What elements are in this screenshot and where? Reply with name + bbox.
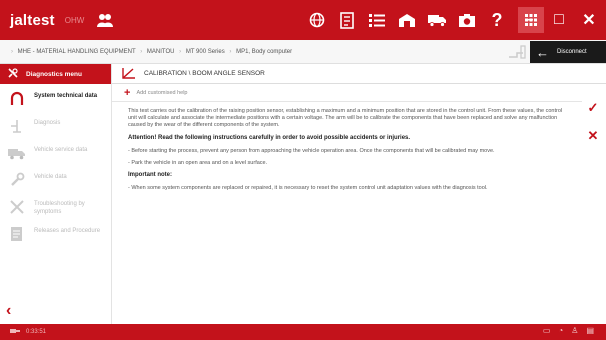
help-button[interactable]: ? (484, 7, 510, 33)
sidebar-item-vehicle-data[interactable]: Vehicle data (0, 165, 111, 192)
breadcrumb-item[interactable]: MHE - MATERIAL HANDLING EQUIPMENT (18, 49, 136, 55)
disconnect-button[interactable]: ← Disconnect (530, 41, 606, 63)
shop-icon[interactable] (394, 7, 420, 33)
list-icon[interactable] (364, 7, 390, 33)
status-icons: ▭ ◔ ♙ ▤ (543, 326, 594, 335)
collapse-sidebar-button[interactable]: ‹ (6, 302, 11, 320)
sidebar-item-troubleshooting[interactable]: Troubleshooting by symptoms (0, 192, 111, 219)
sidebar-item-label: Vehicle service data (34, 147, 88, 153)
connection-status-icon (10, 327, 20, 337)
tools-icon (8, 199, 26, 215)
maximize-label: □ (554, 11, 564, 28)
help-label: ? (491, 9, 503, 30)
sidebar-item-diagnosis[interactable]: Diagnosis (0, 111, 111, 138)
window-controls: – □ ✕ (514, 0, 604, 40)
close-button[interactable]: ✕ (574, 7, 604, 33)
minimize-label: – (524, 11, 534, 28)
sidebar-item-vehicle-service-data[interactable]: Vehicle service data (0, 138, 111, 165)
document-icon (8, 226, 26, 242)
user-icon[interactable]: ♙ (571, 326, 578, 335)
toolbar-icons: ? (304, 0, 544, 40)
maximize-button[interactable]: □ (544, 7, 574, 33)
truck-icon[interactable] (424, 7, 450, 33)
minimize-button[interactable]: – (514, 7, 544, 33)
close-label: ✕ (582, 12, 596, 29)
angle-icon (122, 67, 136, 81)
action-column: ✓ ✕ (583, 94, 603, 150)
horseshoe-icon (8, 91, 26, 107)
important-note-title: Important note: (128, 172, 172, 179)
sidebar-item-label: Diagnosis (34, 120, 61, 126)
breadcrumb-item[interactable]: MT 900 Series (186, 49, 225, 55)
breadcrumb-separator: › (229, 48, 232, 55)
instructions-content: This test carries out the calibration of… (112, 102, 582, 193)
breadcrumb-item[interactable]: MP1, Body computer (236, 49, 292, 55)
sidebar-item-label: Releases and Procedure (34, 228, 101, 234)
diagnostics-menu-label: Diagnostics menu (26, 70, 82, 78)
globe-icon[interactable] (304, 7, 330, 33)
step-text: - Before starting the process, prevent a… (128, 147, 495, 154)
arrow-left-icon: ← (536, 44, 549, 60)
breadcrumb: › MHE - MATERIAL HANDLING EQUIPMENT › MA… (0, 49, 292, 55)
breadcrumb-bar: › MHE - MATERIAL HANDLING EQUIPMENT › MA… (0, 40, 606, 64)
main-panel: CALIBRATION \ BOOM ANGLE SENSOR + Add cu… (112, 64, 606, 324)
diagnostics-icon (8, 68, 18, 80)
user-group-icon[interactable] (92, 7, 118, 33)
sidebar-item-label: Troubleshooting by symptoms (34, 201, 85, 215)
sidebar: Diagnostics menu System technical data D… (0, 64, 112, 324)
status-bar: 0:33:51 ▭ ◔ ♙ ▤ (0, 324, 606, 340)
disconnect-label: Disconnect (557, 49, 587, 55)
wifi-icon[interactable]: ◔ (558, 326, 563, 335)
sidebar-item-system-technical-data[interactable]: System technical data (0, 84, 111, 111)
diagnosis-icon (8, 118, 26, 134)
top-bar: jaltest OHW ? – □ ✕ (0, 0, 606, 40)
camera-icon[interactable] (454, 7, 480, 33)
breadcrumb-separator: › (140, 48, 143, 55)
sidebar-item-label: System technical data (34, 93, 98, 99)
logo-tag: OHW (64, 15, 85, 25)
report-icon[interactable] (334, 7, 360, 33)
logo-text: jaltest (10, 11, 55, 29)
add-customised-help-label: Add customised help (136, 89, 188, 96)
accept-button[interactable]: ✓ (583, 94, 603, 122)
step-text: - Park the vehicle in an open area and o… (128, 160, 268, 167)
printer-icon[interactable]: ▤ (586, 326, 594, 335)
page-title: CALIBRATION \ BOOM ANGLE SENSOR (144, 70, 265, 77)
cancel-button[interactable]: ✕ (583, 122, 603, 150)
important-note-text: - When some system components are replac… (128, 185, 488, 192)
close-icon: ✕ (587, 128, 599, 143)
chevron-left-icon: ‹ (6, 302, 12, 319)
page-title-bar: CALIBRATION \ BOOM ANGLE SENSOR (112, 64, 606, 84)
plus-icon: + (124, 86, 131, 99)
connection-icon (507, 43, 527, 61)
jaltest-logo: jaltest (10, 12, 55, 29)
breadcrumb-item[interactable]: MANITOU (147, 49, 175, 55)
status-left: 0:33:51 (0, 327, 46, 337)
sidebar-item-label: Vehicle data (34, 174, 67, 180)
wrench-icon (8, 172, 26, 188)
session-time: 0:33:51 (26, 329, 47, 335)
breadcrumb-separator: › (11, 48, 13, 55)
check-icon: ✓ (587, 100, 599, 115)
truck-icon (8, 145, 26, 161)
breadcrumb-separator: › (179, 48, 182, 55)
sidebar-item-releases-procedure[interactable]: Releases and Procedure (0, 219, 111, 246)
intro-text: This test carries out the calibration of… (128, 108, 563, 129)
diagnostics-menu-header[interactable]: Diagnostics menu (0, 64, 111, 84)
add-customised-help-button[interactable]: + Add customised help (112, 84, 582, 102)
attention-text: Attention! Read the following instructio… (128, 134, 411, 141)
monitor-icon[interactable]: ▭ (543, 326, 551, 335)
